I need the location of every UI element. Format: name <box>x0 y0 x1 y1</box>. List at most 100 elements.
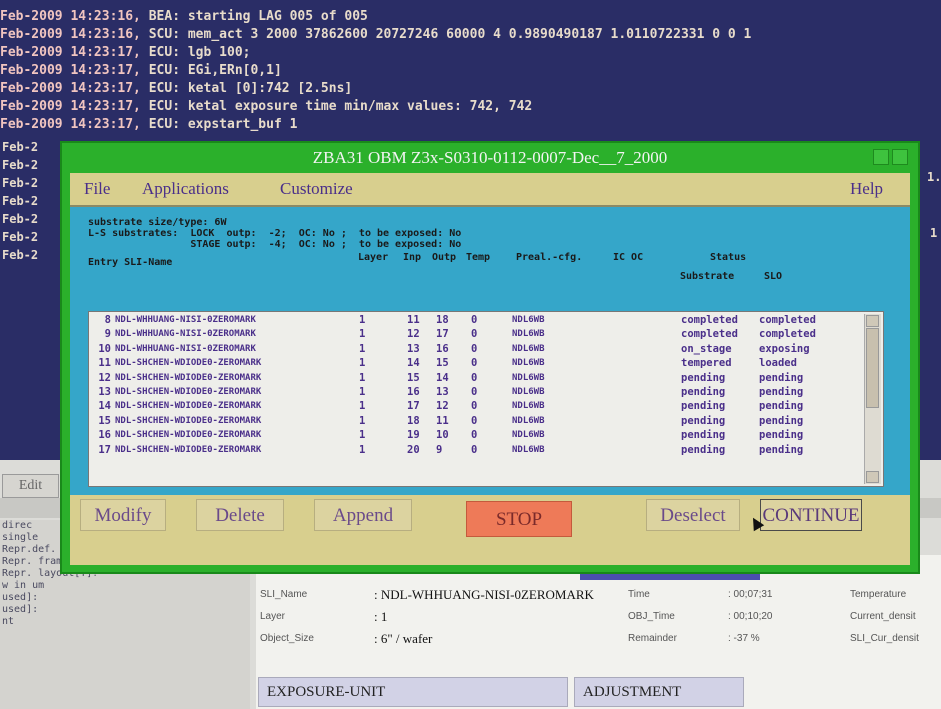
menu-customize[interactable]: Customize <box>280 179 353 199</box>
table-row[interactable]: 11 NDL-SHCHEN-WDIODE0-ZEROMARK 1 14 15 0 NDL6W… <box>89 357 867 370</box>
cell-temp: 0 <box>471 342 478 355</box>
beam-key: Temperature <box>850 589 907 600</box>
cell-name: NDL-SHCHEN-WDIODE0-ZEROMARK <box>115 415 262 426</box>
stage-status-text: STAGE outp: -4; OC: No ; to be exposed: … <box>88 239 462 250</box>
cell-layer: 1 <box>359 386 366 398</box>
button-bar: Modify Delete Append STOP Deselect CONTI… <box>70 495 910 565</box>
cell-preal: NDL6WB <box>512 415 545 426</box>
cell-layer: 1 <box>359 357 366 370</box>
header-ic-oc: IC OC <box>613 252 644 263</box>
cell-entry: 10 <box>98 342 111 355</box>
console-line: Feb-2009 14:23:17, ECU: expstart_buf 1 <box>0 116 941 134</box>
beam-value: : -37 % <box>728 633 760 644</box>
console-line: Feb-2009 14:23:16, BEA: starting LAG 005… <box>0 8 941 26</box>
cell-inp: 16 <box>407 386 420 398</box>
cell-substrate: pending <box>681 414 726 427</box>
cell-entry: 9 <box>104 328 111 341</box>
lock-status-text: L-S substrates: LOCK outp: -2; OC: No ; … <box>88 228 462 239</box>
cell-entry: 14 <box>98 400 111 413</box>
minimize-icon[interactable] <box>873 149 889 165</box>
table-row[interactable]: 9 NDL-WHHUANG-NISI-0ZEROMARK 1 12 17 0 NDL6WB c… <box>89 328 867 341</box>
cell-name: NDL-WHHUANG-NISI-0ZEROMARK <box>115 343 256 354</box>
cell-substrate: on_stage <box>681 342 732 355</box>
delete-button[interactable]: Delete <box>196 499 284 531</box>
obm-dialog: ZBA31 OBM Z3x-S0310-0112-0007-Dec__7_200… <box>60 141 920 574</box>
beam-key: OBJ_Time <box>628 611 675 622</box>
stop-button[interactable]: STOP <box>466 501 572 537</box>
table-row[interactable]: 15 NDL-SHCHEN-WDIODE0-ZEROMARK 1 18 11 0 NDL6W… <box>89 415 867 428</box>
cell-outp: 11 <box>436 414 449 427</box>
table-row[interactable]: 17 NDL-SHCHEN-WDIODE0-ZEROMARK 1 20 9 0 NDL6WB… <box>89 444 867 457</box>
append-button[interactable]: Append <box>314 499 412 531</box>
console-message: EGi,ERn[0,1] <box>187 63 282 78</box>
scroll-down-arrow-icon[interactable] <box>866 471 879 483</box>
cell-inp: 19 <box>407 429 420 442</box>
cell-slo: completed <box>759 314 816 326</box>
cell-slo: pending <box>759 429 804 442</box>
header-layer: Layer <box>358 252 389 263</box>
table-row[interactable]: 13 NDL-SHCHEN-WDIODE0-ZEROMARK 1 16 13 0 NDL6W… <box>89 386 867 399</box>
cell-preal: NDL6WB <box>512 372 545 383</box>
console-source: BEA: <box>148 9 181 24</box>
cell-temp: 0 <box>471 400 478 413</box>
console-stub: Feb-2 <box>2 248 39 262</box>
header-entry: Entry SLI-Name <box>88 257 173 268</box>
console-timestamp: Feb-2009 14:23:17, <box>0 63 141 78</box>
scroll-up-arrow-icon[interactable] <box>866 315 879 327</box>
cell-temp: 0 <box>471 357 478 370</box>
console-timestamp: Feb-2009 14:23:17, <box>0 81 141 96</box>
cell-inp: 20 <box>407 443 420 456</box>
cell-entry: 17 <box>98 443 111 456</box>
deselect-button[interactable]: Deselect <box>646 499 740 531</box>
cell-outp: 16 <box>436 342 449 355</box>
table-row[interactable]: 16 NDL-SHCHEN-WDIODE0-ZEROMARK 1 19 10 0 NDL6W… <box>89 429 867 442</box>
cell-layer: 1 <box>359 443 366 456</box>
scroll-thumb[interactable] <box>866 328 879 408</box>
cell-name: NDL-SHCHEN-WDIODE0-ZEROMARK <box>115 401 262 412</box>
table-row[interactable]: 14 NDL-SHCHEN-WDIODE0-ZEROMARK 1 17 12 0 NDL6W… <box>89 400 867 413</box>
cell-name: NDL-WHHUANG-NISI-0ZEROMARK <box>115 315 256 325</box>
beam-value: : NDL-WHHUANG-NISI-0ZEROMARK <box>374 587 594 602</box>
edit-button[interactable]: Edit <box>2 474 59 498</box>
cell-layer: 1 <box>359 314 366 326</box>
header-preal-cfg: Preal.-cfg. <box>516 252 583 263</box>
menu-applications[interactable]: Applications <box>142 179 229 199</box>
console-timestamp: Feb-2009 14:23:16, <box>0 27 141 42</box>
cell-substrate: pending <box>681 400 726 413</box>
table-row[interactable]: 10 NDL-WHHUANG-NISI-0ZEROMARK 1 13 16 0 NDL6WB… <box>89 343 867 356</box>
cell-entry: 12 <box>98 371 111 384</box>
beam-key: Current_densit <box>850 611 916 622</box>
left-panel-line: used]: <box>2 592 39 603</box>
header-temp: Temp <box>466 252 491 263</box>
cell-temp: 0 <box>471 328 478 341</box>
beam-value: : 00;10;20 <box>728 611 773 622</box>
modify-button[interactable]: Modify <box>80 499 166 531</box>
beam-key: SLI_Cur_densit <box>850 633 919 644</box>
table-scrollbar[interactable] <box>864 314 881 484</box>
menu-help[interactable]: Help <box>850 179 883 199</box>
exposure-unit-title: EXPOSURE-UNIT <box>258 677 568 707</box>
cell-slo: completed <box>759 328 816 341</box>
menu-file[interactable]: File <box>84 179 110 199</box>
cell-slo: exposing <box>759 342 810 355</box>
cell-entry: 13 <box>98 386 111 398</box>
maximize-icon[interactable] <box>892 149 908 165</box>
menu-bar: File Applications Customize Help <box>70 173 910 207</box>
cell-substrate: pending <box>681 371 726 384</box>
cell-entry: 8 <box>104 314 111 326</box>
continue-button[interactable]: CONTINUE <box>760 499 862 531</box>
cell-slo: pending <box>759 386 804 398</box>
beam-key: Object_Size <box>260 633 314 644</box>
table-row[interactable]: 8 NDL-WHHUANG-NISI-0ZEROMARK 1 11 18 0 NDL6WB c… <box>89 314 867 327</box>
console-timestamp: Feb-2009 14:23:16, <box>0 9 141 24</box>
cell-layer: 1 <box>359 371 366 384</box>
console-message: ketal exposure time min/max values: 742,… <box>187 99 533 114</box>
table-row[interactable]: 12 NDL-SHCHEN-WDIODE0-ZEROMARK 1 15 14 0 NDL6W… <box>89 372 867 385</box>
header-outp: Outp <box>432 252 457 263</box>
cell-preal: NDL6WB <box>512 401 545 412</box>
console-timestamp: Feb-2009 14:23:17, <box>0 99 141 114</box>
cell-layer: 1 <box>359 429 366 442</box>
beam-value: : 6" / wafer <box>374 631 433 646</box>
cell-name: NDL-SHCHEN-WDIODE0-ZEROMARK <box>115 358 262 369</box>
console-line: Feb-2009 14:23:16, SCU: mem_act 3 2000 3… <box>0 26 941 44</box>
